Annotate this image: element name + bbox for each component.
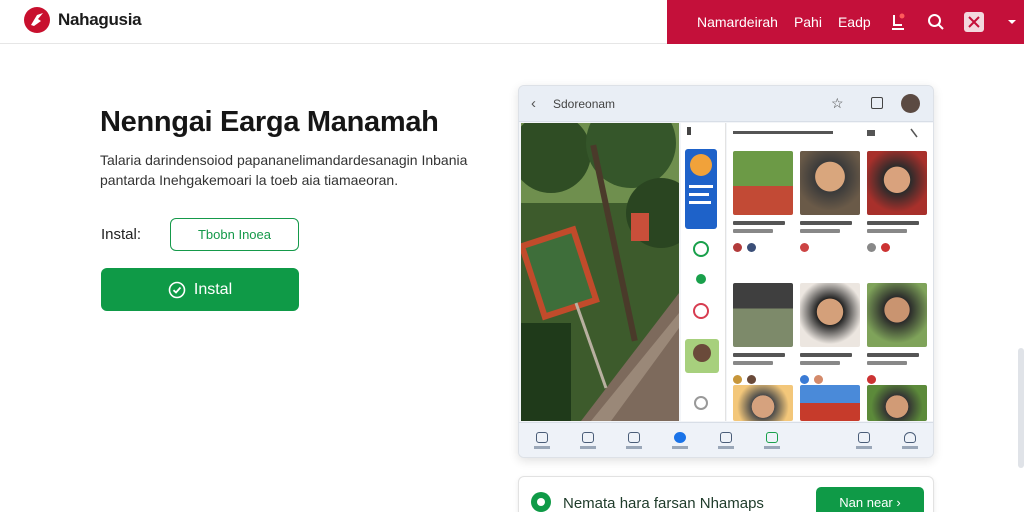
install-button-label: Instal bbox=[193, 280, 233, 298]
chevron-down-icon[interactable] bbox=[1001, 11, 1023, 33]
search-icon[interactable] bbox=[925, 11, 947, 33]
star-icon[interactable]: ☆ bbox=[831, 95, 844, 112]
nav-profile-icon[interactable] bbox=[898, 432, 922, 449]
header-nav: Namardeirah Pahi Eadp bbox=[667, 0, 1024, 44]
brand-logo-icon bbox=[24, 7, 50, 33]
garden-photo bbox=[521, 123, 679, 421]
check-circle-icon bbox=[168, 281, 186, 298]
nav-link-3[interactable]: Eadp bbox=[838, 14, 871, 30]
scrollbar[interactable] bbox=[1018, 348, 1024, 468]
preview-avatar[interactable] bbox=[901, 94, 920, 113]
brand-name: Nahagusia bbox=[58, 10, 142, 29]
preview-sidebar bbox=[681, 123, 726, 421]
notification-icon[interactable] bbox=[887, 11, 909, 33]
nav-link-1[interactable]: Namardeirah bbox=[697, 14, 778, 30]
preview-toolbar: ‹ Sdoreonam ☆ bbox=[519, 86, 933, 122]
photo-card[interactable] bbox=[733, 283, 793, 384]
photo-card[interactable] bbox=[867, 283, 927, 384]
promo-banner: Nemata hara farsan Nhamaps Nan near › bbox=[518, 476, 934, 512]
nav-tag-icon[interactable] bbox=[760, 432, 784, 449]
photo-card[interactable] bbox=[800, 151, 860, 252]
install-label: Instal: bbox=[101, 226, 142, 243]
app-badge-icon bbox=[531, 492, 551, 512]
nav-chat-icon[interactable] bbox=[622, 432, 646, 449]
install-button[interactable]: Instal bbox=[101, 268, 299, 311]
photo-card[interactable] bbox=[867, 151, 927, 252]
back-icon[interactable]: ‹ bbox=[531, 95, 536, 112]
photo-card[interactable] bbox=[733, 151, 793, 252]
preview-bottom-nav bbox=[519, 422, 933, 457]
banner-button-label: Nan near bbox=[839, 494, 893, 510]
nav-people-icon[interactable] bbox=[576, 432, 600, 449]
nav-blank bbox=[806, 439, 830, 442]
nav-link-2[interactable]: Pahi bbox=[794, 14, 822, 30]
nav-home-icon[interactable] bbox=[530, 432, 554, 449]
brand[interactable]: Nahagusia bbox=[24, 7, 142, 33]
banner-button[interactable]: Nan near › bbox=[816, 487, 924, 512]
nav-active-icon[interactable] bbox=[668, 432, 692, 449]
photo-card[interactable] bbox=[800, 283, 860, 384]
square-icon[interactable] bbox=[871, 97, 883, 109]
preview-photo-grid bbox=[727, 123, 933, 421]
photo-card[interactable] bbox=[867, 385, 927, 421]
preview-address: Sdoreonam bbox=[553, 97, 616, 111]
page-title: Nenngai Earga Manamah bbox=[100, 106, 439, 138]
avatar[interactable] bbox=[963, 11, 985, 33]
nav-grid-icon[interactable] bbox=[852, 432, 876, 449]
banner-text: Nemata hara farsan Nhamaps bbox=[563, 495, 764, 512]
app-preview-window: ‹ Sdoreonam ☆ bbox=[518, 85, 934, 458]
hero-description: Talaria darindensoiod papananelimandarde… bbox=[100, 152, 468, 188]
photo-card[interactable] bbox=[800, 385, 860, 421]
nav-heart-icon[interactable] bbox=[714, 432, 738, 449]
top-bar: Nahagusia Namardeirah Pahi Eadp bbox=[0, 0, 1024, 44]
photo-card[interactable] bbox=[733, 385, 793, 421]
secondary-button[interactable]: Tbobn Inoea bbox=[170, 218, 299, 251]
